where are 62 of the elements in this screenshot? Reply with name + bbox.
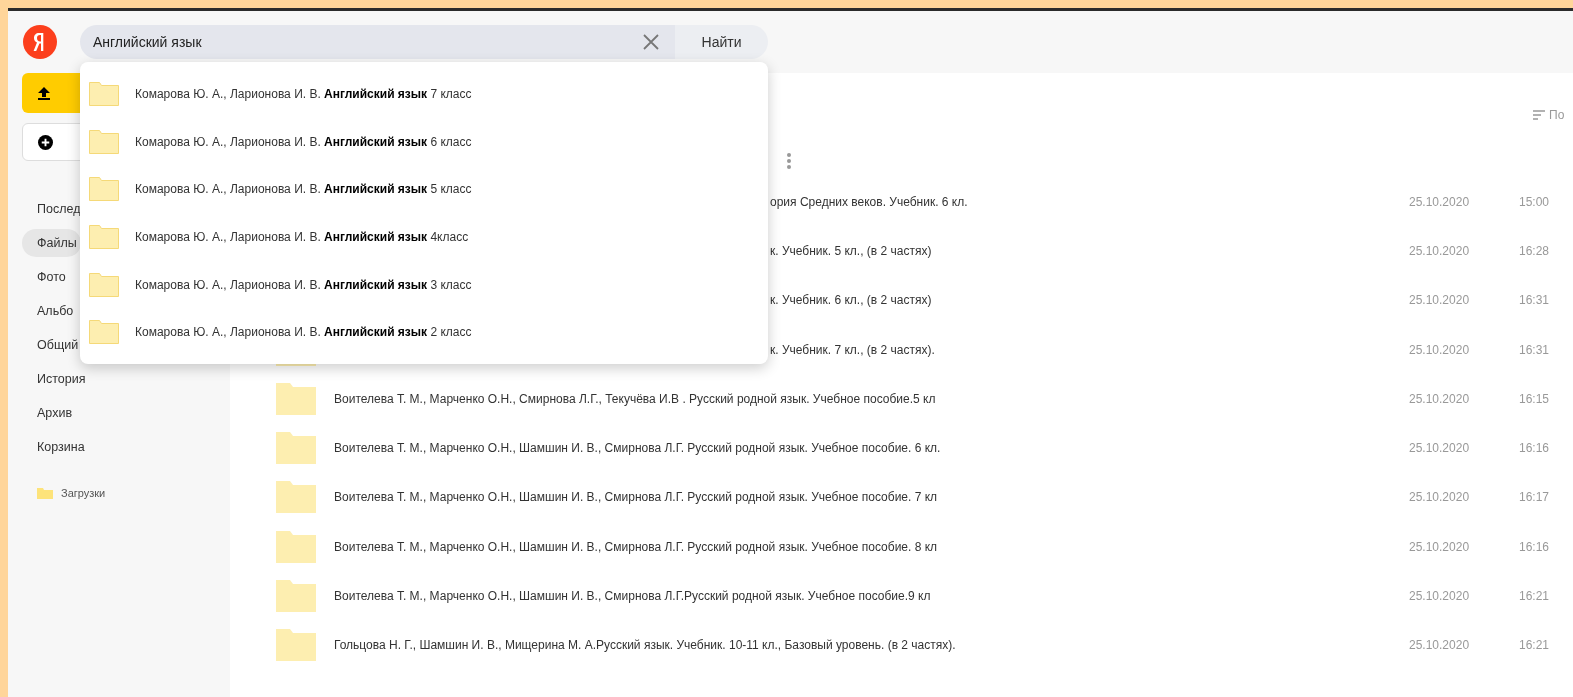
file-date: 25.10.2020 [1409, 391, 1471, 406]
file-time: 16:16 [1519, 539, 1550, 554]
folder-icon [89, 177, 119, 202]
file-time: 16:15 [1519, 391, 1550, 406]
folder-icon [89, 224, 119, 249]
suggestion-item[interactable]: Комарова Ю. А., Ларионова И. В. Английский язык 6 класс [135, 134, 472, 149]
plus-icon [38, 134, 53, 150]
upload-icon [37, 86, 51, 100]
file-time: 16:28 [1519, 243, 1550, 258]
sidebar-item[interactable]: Общий [22, 331, 83, 359]
folder-icon [89, 320, 119, 345]
file-time: 16:31 [1519, 342, 1550, 357]
sidebar-item[interactable]: Альбо [22, 297, 78, 325]
folder-icon[interactable] [276, 530, 316, 563]
file-name[interactable]: Воителева Т. М., Марченко О.Н., Шамшин И. В., Смирнова Л.Г. Русский родной язык. Учебное пособие. 6 кл. [316, 441, 1409, 456]
file-date: 25.10.2020 [1409, 539, 1471, 554]
folder-icon [89, 129, 119, 154]
file-name[interactable]: Гольцова Н. Г., Шамшин И. В., Мищерина М. А.Русский язык. Учебник. 10-11 кл., Базовый уровень. (в 2 частях). [316, 638, 1409, 653]
search-field[interactable]: Английский язык [80, 25, 675, 59]
sidebar-item[interactable]: История [22, 365, 90, 393]
suggestion-item[interactable]: Комарова Ю. А., Ларионова И. В. Английский язык 4класс [135, 229, 469, 244]
file-name[interactable]: Воителева Т. М., Марченко О.Н., Шамшин И. В., Смирнова Л.Г. Русский родной язык. Учебное пособие. 8 кл [316, 539, 1409, 554]
clear-icon[interactable] [643, 34, 659, 50]
file-time: 16:21 [1519, 589, 1550, 603]
suggestion-item[interactable]: Комарова Ю. А., Ларионова И. В. Английский язык 5 класс [135, 182, 472, 197]
file-date: 25.10.2020 [1409, 194, 1471, 209]
file-date: 25.10.2020 [1409, 490, 1471, 505]
folder-icon [37, 487, 53, 499]
file-date: 25.10.2020 [1409, 293, 1471, 308]
folder-icon[interactable] [276, 580, 316, 612]
more-icon[interactable] [787, 153, 791, 169]
sidebar-folder[interactable]: Загрузки [22, 487, 216, 499]
folder-icon[interactable] [276, 432, 316, 465]
folder-icon[interactable] [276, 629, 316, 662]
suggestion-item[interactable]: Комарова Ю. А., Ларионова И. В. Английский язык 2 класс [135, 325, 472, 340]
folder-icon [89, 81, 119, 106]
file-date: 25.10.2020 [1409, 589, 1471, 603]
file-date: 25.10.2020 [1409, 638, 1471, 653]
file-name[interactable]: Воителева Т. М., Марченко О.Н., Шамшин И. В., Смирнова Л.Г.Русский родной язык. Учебное пособие.9 кл [316, 589, 1409, 603]
file-date: 25.10.2020 [1409, 441, 1471, 456]
folder-icon[interactable] [276, 481, 316, 514]
sidebar-item[interactable]: Корзина [22, 433, 89, 461]
file-time: 16:16 [1519, 441, 1550, 456]
search-button[interactable]: Найти [675, 25, 768, 59]
sidebar-item[interactable]: Фото [22, 263, 70, 291]
file-date: 25.10.2020 [1409, 243, 1471, 258]
suggestion-item[interactable]: Комарова Ю. А., Ларионова И. В. Английский язык 3 класс [135, 277, 472, 292]
sidebar-item[interactable]: Архив [22, 399, 77, 427]
sort-icon [1533, 110, 1545, 120]
folder-icon[interactable] [276, 382, 316, 415]
file-date: 25.10.2020 [1409, 342, 1471, 357]
file-time: 16:31 [1519, 293, 1550, 308]
file-name[interactable]: Воителева Т. М., Марченко О.Н., Смирнова Л.Г., Текучёва И.В . Русский родной язык. Учебное пособие.5 кл [316, 391, 1409, 406]
file-time: 16:21 [1519, 638, 1550, 653]
suggestion-item[interactable]: Комарова Ю. А., Ларионова И. В. Английский язык 7 класс [135, 86, 472, 101]
logo-icon[interactable] [23, 25, 57, 59]
file-time: 15:00 [1519, 194, 1550, 209]
sidebar-item[interactable]: Послед [22, 195, 85, 223]
folder-icon [89, 272, 119, 297]
file-time: 16:17 [1519, 490, 1550, 505]
file-name[interactable]: Воителева Т. М., Марченко О.Н., Шамшин И. В., Смирнова Л.Г. Русский родной язык. Учебное пособие. 7 кл [316, 490, 1409, 505]
sidebar-item[interactable]: Файлы [22, 229, 81, 257]
